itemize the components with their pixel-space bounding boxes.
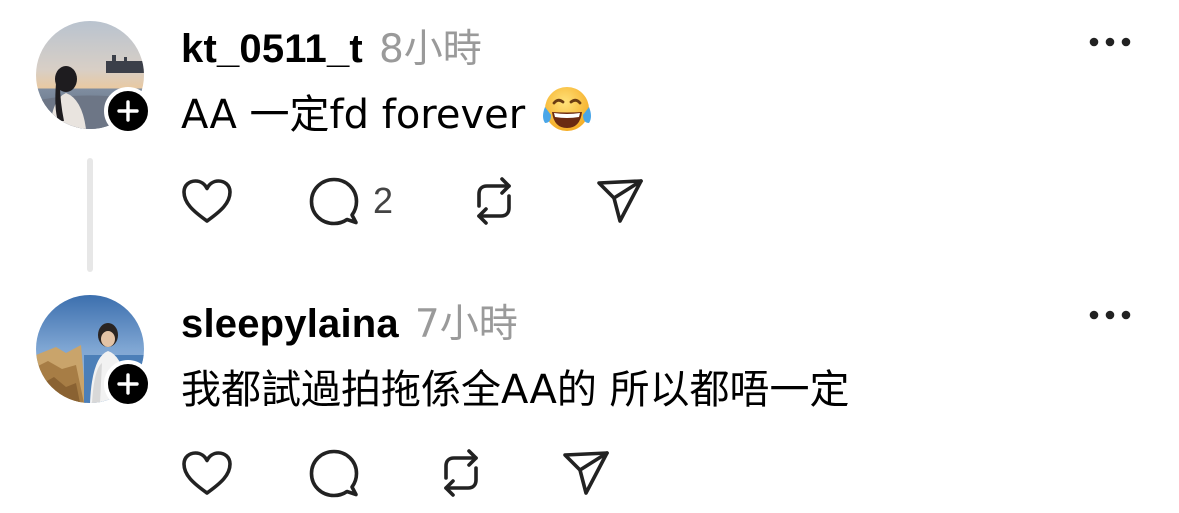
heart-icon	[182, 451, 232, 495]
send-paper-plane-icon	[597, 179, 643, 223]
thread-post: kt_0511_t 8小時 AA 一定fd forever 2	[0, 0, 1179, 275]
comment-bubble-icon	[309, 449, 359, 498]
timestamp: 8小時	[378, 27, 482, 72]
plus-icon	[117, 373, 139, 395]
repost-arrows-icon	[444, 449, 478, 497]
timestamp: 7小時	[414, 302, 518, 347]
like-button[interactable]	[181, 443, 233, 503]
post-header: kt_0511_t 8小時	[181, 18, 482, 74]
username[interactable]: kt_0511_t	[181, 27, 363, 72]
reply-button[interactable]: 2	[309, 171, 393, 231]
more-options-icon	[1089, 310, 1131, 320]
heart-icon	[182, 179, 232, 223]
post-text-content: AA 一定fd forever	[181, 92, 526, 138]
more-options-icon	[1089, 37, 1131, 47]
post-header: sleepylaina 7小時	[181, 293, 518, 349]
repost-arrows-icon	[477, 177, 511, 225]
more-options-button[interactable]	[1082, 27, 1138, 57]
follow-button[interactable]	[104, 360, 152, 408]
reply-count: 2	[373, 180, 394, 221]
comment-bubble-icon	[309, 177, 359, 226]
plus-icon	[117, 100, 139, 122]
like-button[interactable]	[181, 171, 233, 231]
action-bar	[0, 443, 700, 503]
send-paper-plane-icon	[563, 451, 609, 495]
share-button[interactable]	[596, 171, 644, 231]
action-bar: 2	[0, 171, 700, 231]
share-button[interactable]	[562, 443, 610, 503]
post-text-content: 我都試過拍拖係全AA的 所以都唔一定	[181, 367, 850, 413]
reply-button[interactable]	[309, 443, 373, 503]
username[interactable]: sleepylaina	[181, 302, 399, 347]
follow-button[interactable]	[104, 87, 152, 135]
repost-button[interactable]	[469, 171, 519, 231]
repost-button[interactable]	[436, 443, 486, 503]
thread-post: sleepylaina 7小時 我都試過拍拖係全AA的 所以都唔一定	[0, 275, 1179, 513]
more-options-button[interactable]	[1082, 300, 1138, 330]
post-text: 我都試過拍拖係全AA的 所以都唔一定	[181, 358, 850, 414]
post-text: AA 一定fd forever	[181, 82, 595, 140]
face-with-tears-of-joy-icon	[539, 83, 595, 139]
